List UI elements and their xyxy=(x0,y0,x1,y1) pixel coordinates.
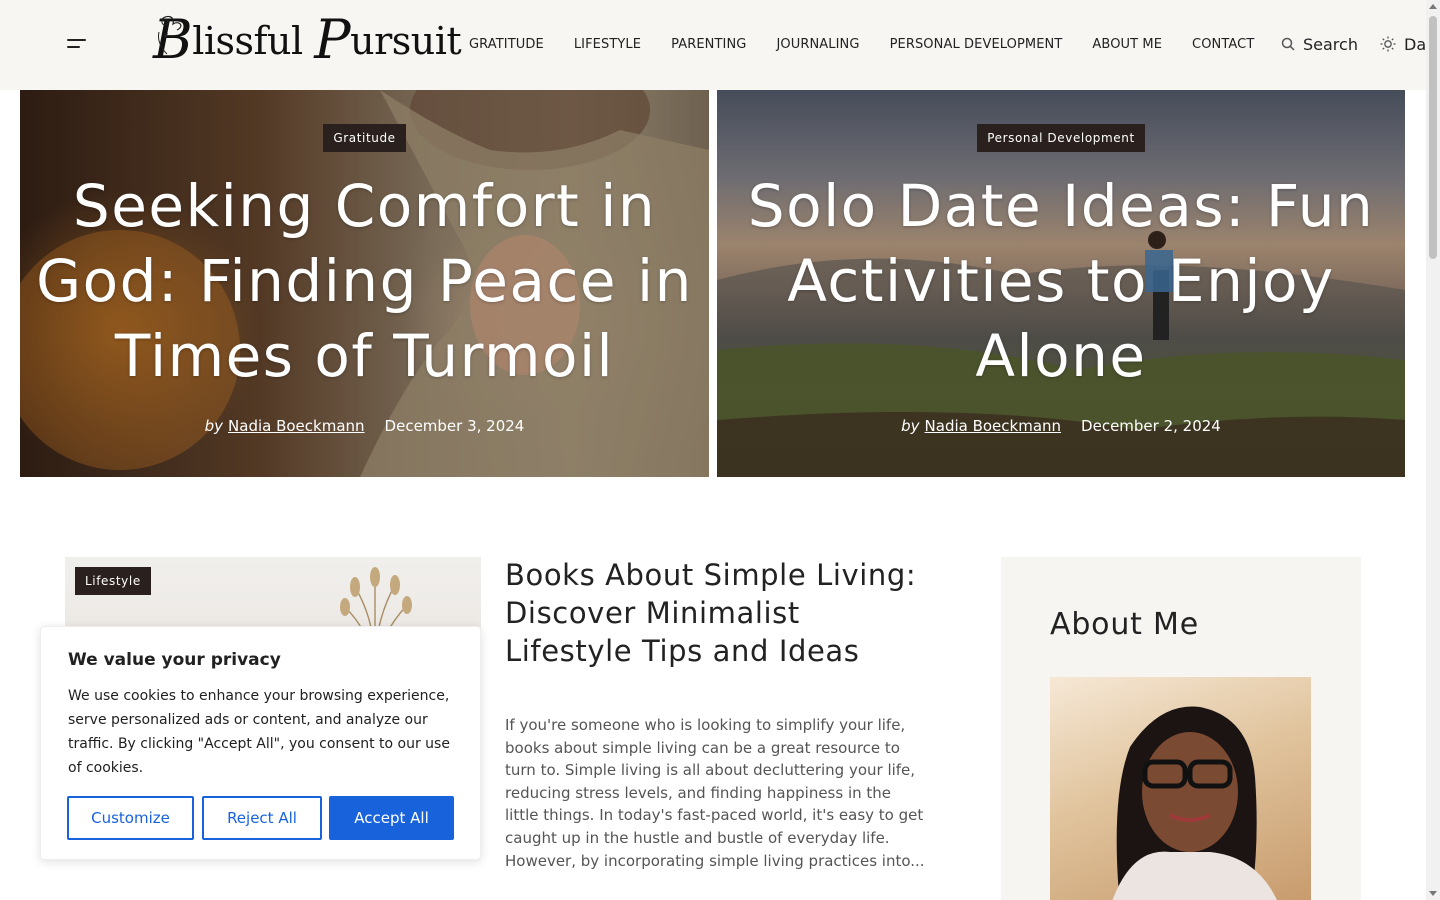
featured-post-card[interactable]: Gratitude Seeking Comfort in God: Findin… xyxy=(20,90,709,477)
post-meta: by Nadia Boeckmann December 2, 2024 xyxy=(717,417,1405,435)
primary-nav: GRATITUDE LIFESTYLE PARENTING JOURNALING… xyxy=(469,37,1284,53)
accept-all-button[interactable]: Accept All xyxy=(329,796,454,840)
hamburger-icon xyxy=(67,39,86,41)
scrollbar-thumb[interactable] xyxy=(1429,16,1437,259)
nav-personal-development[interactable]: PERSONAL DEVELOPMENT xyxy=(890,37,1063,53)
post-excerpt: If you're someone who is looking to simp… xyxy=(505,716,925,870)
nav-contact[interactable]: CONTACT xyxy=(1192,37,1254,53)
post-title[interactable]: Books About Simple Living: Discover Mini… xyxy=(505,556,925,670)
scroll-up-arrow-icon[interactable] xyxy=(1429,4,1437,9)
site-header: Blissful Pursuit GRATITUDE LIFESTYLE PAR… xyxy=(0,0,1440,90)
category-badge[interactable]: Gratitude xyxy=(323,124,406,152)
category-badge[interactable]: Lifestyle xyxy=(75,567,151,595)
hero-title[interactable]: Seeking Comfort in God: Finding Peace in… xyxy=(20,169,709,394)
nav-journaling[interactable]: JOURNALING xyxy=(776,37,859,53)
profile-photo xyxy=(1050,677,1311,900)
nav-parenting[interactable]: PARENTING xyxy=(671,37,746,53)
post-date: December 2, 2024 xyxy=(1081,417,1221,435)
post-date: December 3, 2024 xyxy=(384,417,525,435)
sun-icon xyxy=(1380,36,1396,52)
search-label: Search xyxy=(1303,34,1358,54)
logo-wordmark: Blissful Pursuit xyxy=(153,8,462,71)
flower-logo-icon xyxy=(158,15,182,55)
reject-all-button[interactable]: Reject All xyxy=(202,796,322,840)
widget-title: About Me xyxy=(1050,607,1199,642)
sidebar-about-widget: About Me xyxy=(1001,557,1361,900)
cookie-consent-banner: We value your privacy We use cookies to … xyxy=(40,626,481,860)
portrait-image xyxy=(1112,706,1277,900)
customize-button[interactable]: Customize xyxy=(67,796,194,840)
hero-title[interactable]: Solo Date Ideas: Fun Activities to Enjoy… xyxy=(717,169,1405,394)
featured-post-card[interactable]: Personal Development Solo Date Ideas: Fu… xyxy=(717,90,1405,477)
author-link[interactable]: Nadia Boeckmann xyxy=(228,417,365,435)
byline-prefix: by xyxy=(901,417,920,435)
scroll-down-arrow-icon[interactable] xyxy=(1429,891,1437,896)
category-badge[interactable]: Personal Development xyxy=(977,124,1145,152)
menu-toggle-button[interactable] xyxy=(67,37,87,51)
byline-prefix: by xyxy=(204,417,224,435)
page-scrollbar[interactable] xyxy=(1426,0,1440,900)
author-link[interactable]: Nadia Boeckmann xyxy=(925,417,1062,435)
post-meta: by Nadia Boeckmann December 3, 2024 xyxy=(20,417,709,435)
nav-lifestyle[interactable]: LIFESTYLE xyxy=(574,37,641,53)
search-button[interactable]: Search xyxy=(1281,33,1358,55)
hamburger-icon-line xyxy=(67,46,80,48)
site-logo[interactable]: Blissful Pursuit xyxy=(153,10,462,70)
cookie-description: We use cookies to enhance your browsing … xyxy=(68,688,450,776)
nav-about-me[interactable]: ABOUT ME xyxy=(1092,37,1162,53)
nav-gratitude[interactable]: GRATITUDE xyxy=(469,37,544,53)
search-icon xyxy=(1281,37,1295,51)
cookie-title: We value your privacy xyxy=(68,650,281,670)
